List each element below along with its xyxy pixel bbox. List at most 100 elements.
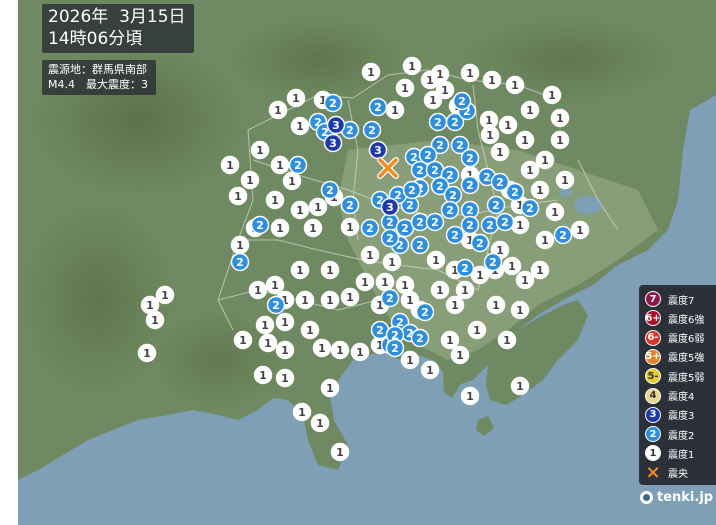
intensity-1-marker[interactable]: 1 (555, 170, 575, 190)
intensity-1-marker[interactable]: 1 (423, 90, 443, 110)
intensity-1-marker[interactable]: 1 (486, 295, 506, 315)
intensity-2-marker[interactable]: 2 (445, 225, 465, 245)
intensity-1-marker[interactable]: 1 (395, 78, 415, 98)
intensity-1-marker[interactable]: 1 (270, 218, 290, 238)
intensity-1-marker[interactable]: 1 (308, 197, 328, 217)
brand-logo[interactable]: tenki.jp (640, 490, 713, 505)
intensity-1-marker[interactable]: 1 (467, 320, 487, 340)
intensity-2-marker[interactable]: 2 (410, 235, 430, 255)
intensity-2-marker[interactable]: 2 (320, 180, 340, 200)
intensity-1-marker[interactable]: 1 (286, 88, 306, 108)
intensity-1-marker[interactable]: 1 (430, 64, 450, 84)
intensity-2-marker[interactable]: 2 (470, 233, 490, 253)
intensity-2-marker[interactable]: 2 (340, 195, 360, 215)
intensity-1-marker[interactable]: 1 (545, 202, 565, 222)
intensity-3-marker[interactable]: 3 (368, 140, 388, 160)
intensity-1-marker[interactable]: 1 (426, 250, 446, 270)
intensity-2-marker[interactable]: 2 (402, 180, 422, 200)
intensity-3-marker[interactable]: 3 (326, 115, 346, 135)
intensity-2-marker[interactable]: 2 (452, 91, 472, 111)
intensity-1-marker[interactable]: 1 (292, 402, 312, 422)
intensity-2-marker[interactable]: 2 (415, 302, 435, 322)
intensity-1-marker[interactable]: 1 (350, 342, 370, 362)
intensity-2-marker[interactable]: 2 (460, 215, 480, 235)
intensity-2-marker[interactable]: 2 (323, 93, 343, 113)
intensity-1-marker[interactable]: 1 (275, 368, 295, 388)
intensity-1-marker[interactable]: 1 (385, 100, 405, 120)
intensity-1-marker[interactable]: 1 (220, 155, 240, 175)
intensity-1-marker[interactable]: 1 (250, 140, 270, 160)
intensity-2-marker[interactable]: 2 (410, 328, 430, 348)
intensity-1-marker[interactable]: 1 (550, 130, 570, 150)
intensity-2-marker[interactable]: 2 (455, 258, 475, 278)
intensity-1-marker[interactable]: 1 (515, 270, 535, 290)
intensity-1-marker[interactable]: 1 (258, 333, 278, 353)
intensity-2-marker[interactable]: 2 (380, 288, 400, 308)
intensity-1-marker[interactable]: 1 (355, 272, 375, 292)
intensity-1-marker[interactable]: 1 (510, 215, 530, 235)
intensity-2-marker[interactable]: 2 (460, 148, 480, 168)
intensity-1-marker[interactable]: 1 (137, 343, 157, 363)
intensity-1-marker[interactable]: 1 (290, 116, 310, 136)
intensity-2-marker[interactable]: 2 (266, 295, 286, 315)
intensity-1-marker[interactable]: 1 (510, 300, 530, 320)
intensity-2-marker[interactable]: 2 (440, 200, 460, 220)
intensity-2-marker[interactable]: 2 (428, 112, 448, 132)
intensity-1-marker[interactable]: 1 (320, 378, 340, 398)
intensity-1-marker[interactable]: 1 (482, 70, 502, 90)
intensity-1-marker[interactable]: 1 (340, 287, 360, 307)
intensity-3-marker[interactable]: 3 (380, 197, 400, 217)
intensity-2-marker[interactable]: 2 (360, 218, 380, 238)
intensity-2-marker[interactable]: 2 (385, 338, 405, 358)
intensity-1-marker[interactable]: 1 (530, 260, 550, 280)
intensity-1-marker[interactable]: 1 (542, 85, 562, 105)
intensity-2-marker[interactable]: 2 (380, 228, 400, 248)
intensity-2-marker[interactable]: 2 (480, 215, 500, 235)
intensity-1-marker[interactable]: 1 (535, 150, 555, 170)
intensity-1-marker[interactable]: 1 (480, 125, 500, 145)
intensity-1-marker[interactable]: 1 (402, 56, 422, 76)
intensity-1-marker[interactable]: 1 (490, 142, 510, 162)
intensity-1-marker[interactable]: 1 (233, 330, 253, 350)
intensity-1-marker[interactable]: 1 (340, 217, 360, 237)
intensity-1-marker[interactable]: 1 (361, 62, 381, 82)
intensity-1-marker[interactable]: 1 (265, 190, 285, 210)
intensity-2-marker[interactable]: 2 (460, 175, 480, 195)
intensity-2-marker[interactable]: 2 (486, 195, 506, 215)
intensity-2-marker[interactable]: 2 (490, 172, 510, 192)
intensity-1-marker[interactable]: 1 (275, 340, 295, 360)
intensity-1-marker[interactable]: 1 (295, 290, 315, 310)
intensity-1-marker[interactable]: 1 (228, 186, 248, 206)
intensity-1-marker[interactable]: 1 (312, 338, 332, 358)
intensity-1-marker[interactable]: 1 (450, 345, 470, 365)
intensity-1-marker[interactable]: 1 (400, 350, 420, 370)
intensity-1-marker[interactable]: 1 (498, 115, 518, 135)
intensity-3-marker[interactable]: 3 (323, 133, 343, 153)
intensity-2-marker[interactable]: 2 (505, 182, 525, 202)
intensity-1-marker[interactable]: 1 (255, 315, 275, 335)
intensity-1-marker[interactable]: 1 (290, 200, 310, 220)
intensity-2-marker[interactable]: 2 (483, 252, 503, 272)
intensity-1-marker[interactable]: 1 (520, 160, 540, 180)
intensity-1-marker[interactable]: 1 (360, 245, 380, 265)
intensity-1-marker[interactable]: 1 (502, 256, 522, 276)
intensity-1-marker[interactable]: 1 (290, 260, 310, 280)
intensity-1-marker[interactable]: 1 (270, 155, 290, 175)
intensity-1-marker[interactable]: 1 (230, 235, 250, 255)
intensity-1-marker[interactable]: 1 (420, 360, 440, 380)
intensity-1-marker[interactable]: 1 (268, 100, 288, 120)
intensity-1-marker[interactable]: 1 (550, 108, 570, 128)
intensity-1-marker[interactable]: 1 (253, 365, 273, 385)
intensity-1-marker[interactable]: 1 (535, 230, 555, 250)
intensity-1-marker[interactable]: 1 (460, 63, 480, 83)
intensity-1-marker[interactable]: 1 (282, 171, 302, 191)
intensity-1-marker[interactable]: 1 (520, 100, 540, 120)
intensity-1-marker[interactable]: 1 (300, 320, 320, 340)
intensity-1-marker[interactable]: 1 (382, 252, 402, 272)
intensity-2-marker[interactable]: 2 (362, 120, 382, 140)
intensity-2-marker[interactable]: 2 (288, 155, 308, 175)
intensity-1-marker[interactable]: 1 (570, 220, 590, 240)
intensity-1-marker[interactable]: 1 (145, 310, 165, 330)
intensity-1-marker[interactable]: 1 (430, 280, 450, 300)
intensity-1-marker[interactable]: 1 (497, 330, 517, 350)
